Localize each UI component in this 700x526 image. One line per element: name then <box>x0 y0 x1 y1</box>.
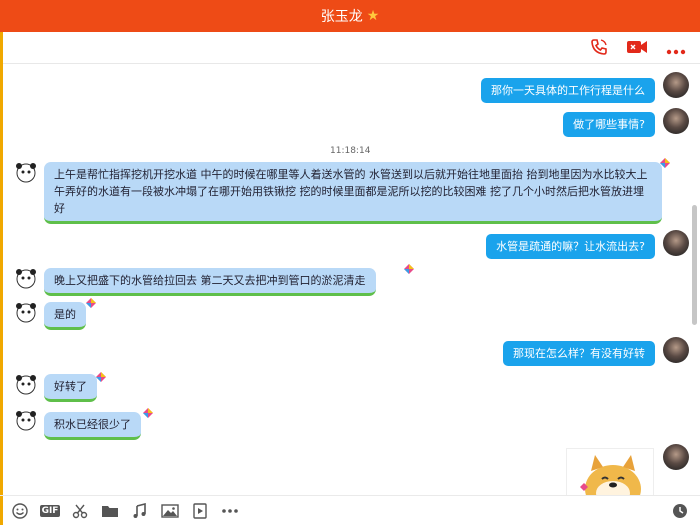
avatar[interactable] <box>14 160 38 184</box>
emoji-icon[interactable] <box>10 501 30 521</box>
avatar[interactable] <box>663 108 689 134</box>
kite-icon <box>96 372 106 382</box>
gif-label: GIF <box>39 505 61 517</box>
more-options-icon[interactable] <box>666 40 686 59</box>
message-bubble-right: 那现在怎么样？有没有好转 <box>503 341 655 366</box>
kite-icon <box>143 408 153 418</box>
avatar[interactable] <box>14 372 38 396</box>
avatar[interactable] <box>663 337 689 363</box>
message-bubble-right: 水管是疏通的嘛？让水流出去? <box>486 234 655 259</box>
kite-icon <box>404 264 414 274</box>
message-bubble-left: 晚上又把盛下的水管给拉回去 第二天又去把冲到管口的淤泥清走 <box>44 268 376 296</box>
window-edge <box>0 32 3 525</box>
avatar[interactable] <box>663 72 689 98</box>
avatar[interactable] <box>14 266 38 290</box>
message-bubble-left: 是的 <box>44 302 86 330</box>
video-call-icon[interactable] <box>626 39 648 59</box>
kite-icon <box>660 158 670 168</box>
chat-actions <box>590 38 686 60</box>
timestamp: 11:18:14 <box>330 146 371 156</box>
video-icon[interactable] <box>190 501 210 521</box>
message-bubble-right: 做了哪些事情? <box>563 112 655 137</box>
message-bubble-right: 那你一天具体的工作行程是什么 <box>481 78 655 103</box>
history-icon[interactable] <box>670 501 690 521</box>
avatar[interactable] <box>663 444 689 470</box>
avatar[interactable] <box>663 230 689 256</box>
message-bubble-left: 上午是帮忙指挥挖机开挖水道 中午的时候在哪里等人着送水管的 水管送到以后就开始往… <box>44 162 662 224</box>
gif-icon[interactable]: GIF <box>39 501 61 521</box>
kite-icon <box>86 298 96 308</box>
contact-name: 张玉龙 <box>320 9 363 25</box>
scissors-icon[interactable] <box>70 501 90 521</box>
message-bubble-left: 好转了 <box>44 374 97 402</box>
more-icon[interactable] <box>220 501 240 521</box>
sticker-image[interactable] <box>566 448 654 496</box>
scrollbar-thumb[interactable] <box>692 205 697 325</box>
music-icon[interactable] <box>130 501 150 521</box>
message-bubble-left: 积水已经很少了 <box>44 412 141 440</box>
header-divider <box>3 63 700 64</box>
title-bar: 张玉龙 ★ <box>0 0 700 32</box>
folder-icon[interactable] <box>100 501 120 521</box>
avatar[interactable] <box>14 408 38 432</box>
star-icon: ★ <box>366 8 380 24</box>
voice-call-icon[interactable] <box>590 38 608 60</box>
image-icon[interactable] <box>160 501 180 521</box>
input-toolbar: GIF <box>0 495 700 526</box>
avatar[interactable] <box>14 300 38 324</box>
